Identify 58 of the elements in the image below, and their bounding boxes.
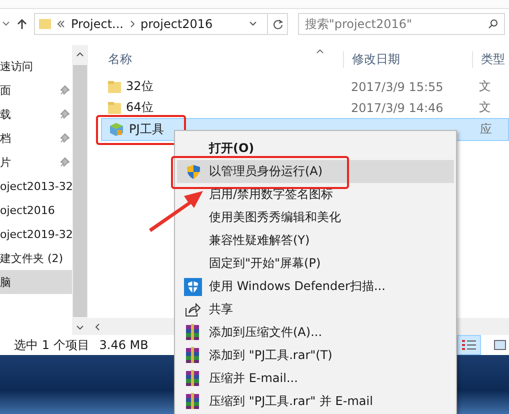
- nav-item[interactable]: 脑: [0, 270, 72, 294]
- file-row[interactable]: 64位 2017/3/9 14:46 文: [101, 97, 509, 118]
- scroll-up-icon[interactable]: [76, 51, 84, 57]
- nav-item[interactable]: 档: [0, 126, 72, 150]
- search-icon[interactable]: [488, 19, 498, 29]
- archive-icon: [185, 370, 201, 387]
- folder-icon: [108, 102, 121, 114]
- column-header[interactable]: 名称: [108, 50, 343, 68]
- menu-item[interactable]: 添加到压缩文件(A)...: [177, 321, 454, 344]
- file-name: 64位: [126, 99, 154, 116]
- search-field[interactable]: 搜索"project2016": [298, 13, 505, 35]
- menu-item[interactable]: 共享: [177, 298, 454, 321]
- file-row[interactable]: 32位 2017/3/9 15:55 文: [101, 76, 509, 97]
- scroll-down-icon[interactable]: [76, 325, 84, 331]
- menu-item[interactable]: 兼容性疑难解答(Y): [177, 229, 454, 252]
- up-arrow-icon[interactable]: [16, 18, 28, 30]
- status-text: 3.46 MB: [99, 338, 148, 352]
- file-date: 2017/3/9 14:46: [350, 100, 444, 114]
- nav-item[interactable]: 建文件夹 (2): [0, 246, 72, 270]
- scroll-left-icon[interactable]: [94, 322, 100, 330]
- scrollbar[interactable]: [72, 45, 88, 335]
- archive-icon: [185, 324, 201, 341]
- shield-icon: [186, 164, 200, 180]
- nav-item[interactable]: oject2013-32: [0, 174, 72, 198]
- column-header[interactable]: 类型: [472, 50, 509, 68]
- archive-icon: [185, 347, 201, 364]
- menu-item[interactable]: 添加到 "PJ工具.rar"(T): [177, 344, 454, 367]
- breadcrumb[interactable]: project2016: [140, 17, 213, 31]
- file-type: 文: [478, 78, 492, 95]
- menu-item[interactable]: 以管理员身份运行(A): [177, 160, 454, 183]
- menu-item[interactable]: 固定到"开始"屏幕(P): [177, 252, 454, 275]
- column-header[interactable]: 修改日期: [343, 50, 472, 68]
- share-icon: [185, 302, 201, 317]
- menu-item[interactable]: 压缩并 E-mail...: [177, 367, 454, 390]
- nav-item[interactable]: oject2016: [0, 198, 72, 222]
- folder-icon: [39, 18, 51, 30]
- breadcrumb[interactable]: Project...: [71, 17, 124, 31]
- app-icon: [109, 122, 124, 137]
- folder-icon: [108, 80, 121, 92]
- file-name: PJ工具: [129, 121, 164, 138]
- file-type: 应: [479, 121, 493, 138]
- file-type: 文: [478, 99, 492, 116]
- nav-item[interactable]: 载: [0, 102, 72, 126]
- menu-item[interactable]: 使用美图秀秀编辑和美化: [177, 206, 454, 229]
- nav-item[interactable]: oject2019-32: [0, 222, 72, 246]
- details-view-icon[interactable]: [457, 335, 481, 355]
- menu-item[interactable]: 压缩到 "PJ工具.rar" 并 E-mail: [177, 390, 454, 413]
- file-name: 32位: [126, 78, 154, 95]
- down-icon[interactable]: [2, 21, 10, 27]
- file-date: 2017/3/9 15:55: [350, 80, 444, 94]
- nav-item[interactable]: 面: [0, 78, 72, 102]
- archive-icon: [185, 393, 201, 410]
- menu-item[interactable]: 使用 Windows Defender扫描...: [177, 275, 454, 298]
- nav-item[interactable]: 片: [0, 150, 72, 174]
- shield-icon: [184, 278, 202, 296]
- status-text: 选中 1 个项目: [14, 336, 90, 354]
- nav-item[interactable]: 速访问: [0, 54, 72, 78]
- address-bar[interactable]: Project... project2016: [34, 13, 288, 35]
